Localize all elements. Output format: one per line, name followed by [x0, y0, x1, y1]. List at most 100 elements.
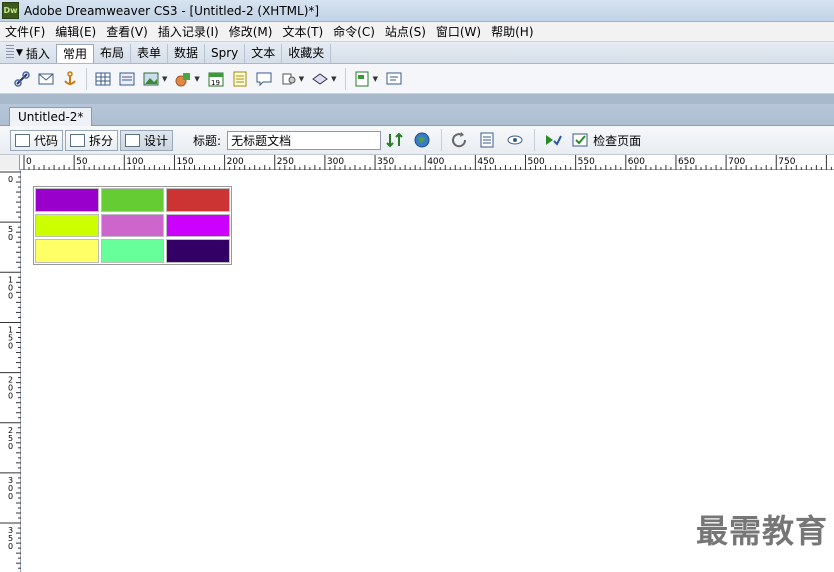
preview-in-browser-icon[interactable]	[413, 131, 433, 149]
ruler-label: 0	[8, 542, 13, 551]
dreamweaver-logo-icon: Dw	[2, 2, 19, 19]
split-view-label: 拆分	[89, 133, 114, 148]
tab-favorites[interactable]: 收藏夹	[282, 44, 332, 63]
media-dropdown-icon[interactable]: ▼	[194, 75, 199, 83]
ruler-label: 0	[8, 175, 13, 184]
ruler-label: 600	[628, 157, 645, 167]
ruler-label: 400	[427, 157, 444, 167]
check-page-icon	[572, 133, 588, 147]
tab-common[interactable]: 常用	[55, 44, 94, 63]
document-tab-untitled-2[interactable]: Untitled-2*	[9, 107, 93, 127]
menu-modify[interactable]: 修改(M)	[224, 22, 278, 42]
script-icon[interactable]	[311, 70, 329, 88]
file-management-icon[interactable]	[385, 131, 405, 149]
hyperlink-icon[interactable]	[13, 70, 31, 88]
validate-markup-icon[interactable]	[543, 131, 563, 149]
date-icon[interactable]: 19	[207, 70, 225, 88]
title-bar: Dw Adobe Dreamweaver CS3 - [Untitled-2 (…	[0, 0, 834, 22]
media-icon[interactable]	[174, 70, 192, 88]
image-dropdown-icon[interactable]: ▼	[162, 75, 167, 83]
watermark: 最需教育	[695, 512, 828, 550]
check-page-label: 检查页面	[593, 133, 642, 148]
design-view-icon	[125, 133, 141, 147]
panel-grip-icon[interactable]	[6, 45, 14, 59]
design-view-button[interactable]: 设计	[120, 129, 174, 151]
refresh-design-view-icon[interactable]	[450, 131, 470, 149]
tag-chooser-icon[interactable]	[385, 70, 403, 88]
head-dropdown-icon[interactable]: ▼	[299, 75, 304, 83]
menu-help[interactable]: 帮助(H)	[486, 22, 538, 42]
window-title: Adobe Dreamweaver CS3 - [Untitled-2 (XHT…	[24, 3, 320, 18]
table-icon[interactable]	[94, 70, 112, 88]
insert-panel-toggle[interactable]: ▼ 插入	[16, 43, 56, 63]
insert-panel-label: 插入	[25, 46, 50, 61]
templates-dropdown-icon[interactable]: ▼	[373, 75, 378, 83]
table-cell[interactable]	[35, 213, 99, 238]
toolbar-separator	[441, 129, 443, 151]
comment-icon[interactable]	[255, 70, 273, 88]
color-table[interactable]	[33, 186, 232, 265]
code-view-button[interactable]: 代码	[10, 129, 64, 151]
insert-common-toolbar: ▼ ▼ 19 ▼ ▼ ▼	[0, 64, 834, 94]
head-tags-icon[interactable]	[279, 70, 297, 88]
horizontal-ruler-ticks: 0 50 100 150 200 250 300 350 400 450 500 550 600 650 7…	[23, 155, 832, 170]
server-side-include-icon[interactable]	[231, 70, 249, 88]
document-title-label: 标题:	[193, 133, 222, 148]
ruler-label: 150	[176, 157, 193, 167]
image-icon[interactable]	[142, 70, 160, 88]
document-title-input[interactable]	[227, 130, 382, 150]
code-view-label: 代码	[34, 133, 59, 148]
menu-bar: 文件(F) 编辑(E) 查看(V) 插入记录(I) 修改(M) 文本(T) 命令…	[0, 22, 834, 42]
script-dropdown-icon[interactable]: ▼	[331, 75, 336, 83]
toolbar-separator	[86, 67, 87, 90]
table-cell[interactable]	[100, 239, 165, 263]
table-cell[interactable]	[166, 188, 230, 212]
ruler-label: 550	[578, 157, 595, 167]
ruler-label: 0	[8, 442, 13, 451]
ruler-label: 0	[8, 233, 13, 242]
vertical-ruler: 050100150200250300350	[0, 170, 21, 572]
menu-file[interactable]: 文件(F)	[0, 22, 50, 42]
tab-data[interactable]: 数据	[168, 44, 205, 63]
document-toolbar: 代码 拆分 设计 标题: 检查页面	[0, 126, 834, 155]
ruler-label: 0	[8, 291, 13, 300]
menu-commands[interactable]: 命令(C)	[328, 22, 380, 42]
ruler-label: 0	[8, 392, 13, 401]
menu-window[interactable]: 窗口(W)	[431, 22, 486, 42]
table-cell[interactable]	[100, 188, 165, 212]
table-cell[interactable]	[166, 239, 230, 263]
menu-view[interactable]: 查看(V)	[101, 22, 153, 42]
table-cell[interactable]	[100, 213, 165, 238]
view-options-icon[interactable]	[478, 131, 498, 149]
ruler-label: 650	[678, 157, 695, 167]
table-cell[interactable]	[166, 213, 230, 238]
templates-icon[interactable]	[353, 70, 371, 88]
ruler-label: 350	[377, 157, 394, 167]
visual-aids-icon[interactable]	[506, 131, 526, 149]
tab-forms[interactable]: 表单	[131, 44, 168, 63]
ruler-label: 0	[26, 157, 32, 167]
menu-text[interactable]: 文本(T)	[277, 22, 328, 42]
ruler-label: 50	[76, 157, 88, 167]
table-cell[interactable]	[35, 188, 99, 212]
table-cell[interactable]	[35, 239, 99, 263]
tab-text[interactable]: 文本	[245, 44, 283, 63]
tab-spry[interactable]: Spry	[205, 44, 246, 63]
collapse-triangle-icon: ▼	[16, 48, 23, 58]
split-view-icon	[70, 133, 86, 147]
tab-layout[interactable]: 布局	[94, 44, 131, 63]
named-anchor-icon[interactable]	[61, 70, 79, 88]
vertical-ruler-ticks: 050100150200250300350	[0, 171, 21, 569]
menu-edit[interactable]: 编辑(E)	[50, 22, 101, 42]
ruler-label: 0	[8, 492, 13, 501]
ruler-label: 0	[8, 341, 13, 350]
menu-insert-record[interactable]: 插入记录(I)	[153, 22, 224, 42]
svg-text:19: 19	[211, 79, 220, 87]
layer-div-icon[interactable]	[118, 70, 136, 88]
menu-site[interactable]: 站点(S)	[380, 22, 431, 42]
email-link-icon[interactable]	[37, 70, 55, 88]
toolbar-separator	[534, 129, 536, 151]
design-view-label: 设计	[144, 133, 169, 148]
check-page-button[interactable]: 检查页面	[571, 131, 641, 149]
split-view-button[interactable]: 拆分	[65, 129, 119, 151]
